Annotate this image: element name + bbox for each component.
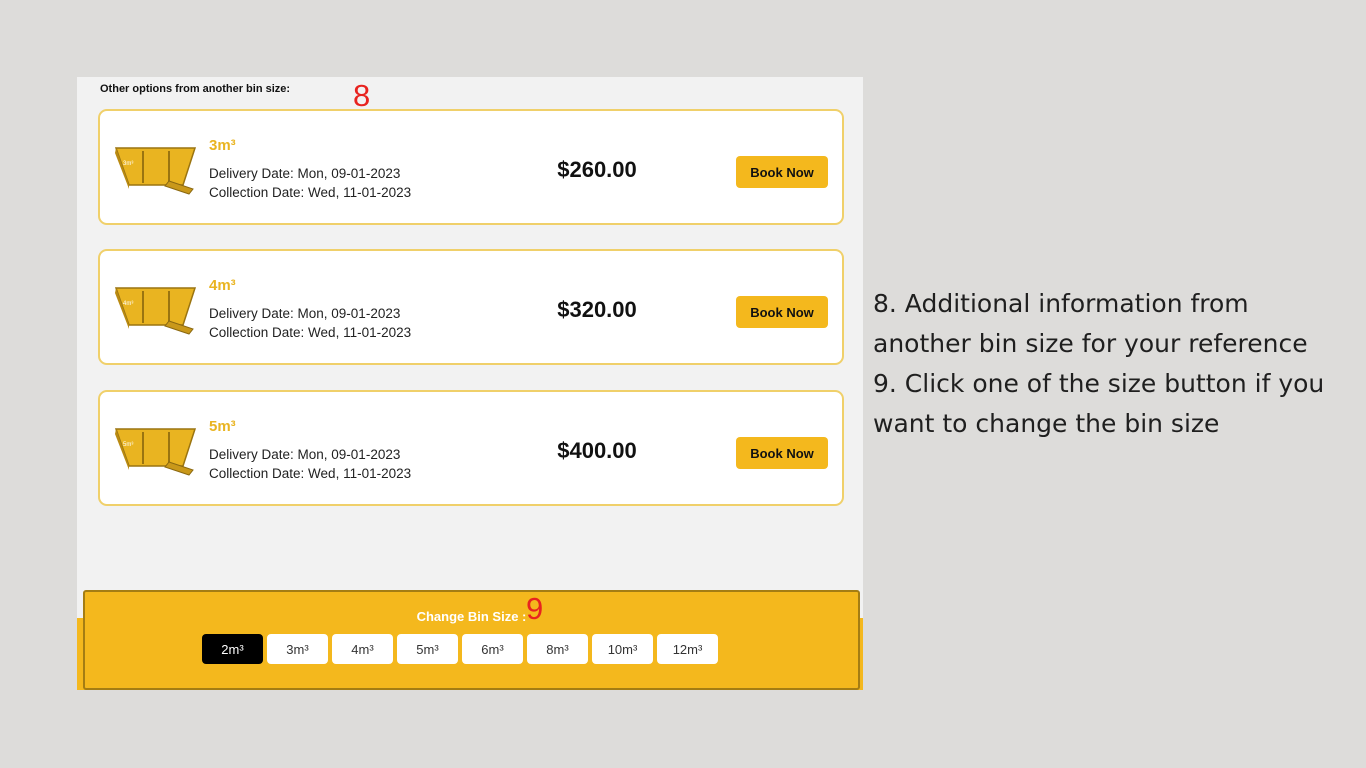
size-button-12m3[interactable]: 12m³ (657, 634, 718, 664)
size-button-3m3[interactable]: 3m³ (267, 634, 328, 664)
size-button-2m3[interactable]: 2m³ (202, 634, 263, 664)
bin-size-selector: 2m³ 3m³ 4m³ 5m³ 6m³ 8m³ 10m³ 12m³ (202, 634, 718, 664)
bin-size-tag: 3m³ (123, 161, 133, 167)
bin-size-tag: 4m³ (123, 301, 133, 307)
price: $260.00 (557, 157, 637, 182)
dates-block: Delivery Date: Mon, 09-01-2023 Collectio… (209, 445, 411, 483)
note-step-9: 9. Click one of the size button if you w… (873, 369, 1325, 438)
bin-size-label: 3m³ (209, 137, 236, 154)
skip-bin-icon: 3m³ (114, 147, 197, 195)
collection-date: Collection Date: Wed, 11-01-2023 (209, 466, 412, 481)
step-marker-8: 8 (353, 78, 371, 113)
change-bin-size-label: Change Bin Size : (416, 609, 527, 624)
delivery-date: Delivery Date: Mon, 09-01-2023 (209, 306, 401, 321)
bin-size-label: 4m³ (209, 277, 236, 294)
booking-screenshot: Other options from another bin size: 8 3… (77, 77, 863, 690)
delivery-date: Delivery Date: Mon, 09-01-2023 (209, 447, 401, 462)
size-button-10m3[interactable]: 10m³ (592, 634, 653, 664)
dates-block: Delivery Date: Mon, 09-01-2023 Collectio… (209, 304, 411, 342)
change-bin-size-panel: Change Bin Size : 2m³ 3m³ 4m³ 5m³ 6m³ 8m… (83, 590, 860, 690)
collection-date: Collection Date: Wed, 11-01-2023 (209, 185, 412, 200)
size-button-8m3[interactable]: 8m³ (527, 634, 588, 664)
delivery-date: Delivery Date: Mon, 09-01-2023 (209, 166, 401, 181)
skip-bin-icon: 4m³ (114, 287, 197, 335)
collection-date: Collection Date: Wed, 11-01-2023 (209, 325, 412, 340)
size-button-6m3[interactable]: 6m³ (462, 634, 523, 664)
step-marker-9: 9 (526, 591, 544, 626)
instruction-notes: 8. Additional information from another b… (873, 284, 1333, 444)
price: $400.00 (557, 438, 637, 463)
dates-block: Delivery Date: Mon, 09-01-2023 Collectio… (209, 164, 411, 202)
note-step-8: 8. Additional information from another b… (873, 289, 1308, 358)
bin-option-card: 5m³ 5m³ Delivery Date: Mon, 09-01-2023 C… (98, 390, 844, 506)
section-heading: Other options from another bin size: (100, 83, 291, 95)
bin-size-tag: 5m³ (123, 442, 133, 448)
size-button-4m3[interactable]: 4m³ (332, 634, 393, 664)
size-button-5m3[interactable]: 5m³ (397, 634, 458, 664)
bin-size-label: 5m³ (209, 418, 236, 435)
bin-option-card: 4m³ 4m³ Delivery Date: Mon, 09-01-2023 C… (98, 249, 844, 365)
bin-option-card: 3m³ 3m³ Delivery Date: Mon, 09-01-2023 C… (98, 109, 844, 225)
price: $320.00 (557, 297, 637, 322)
skip-bin-icon: 5m³ (114, 428, 197, 476)
book-now-button[interactable]: Book Now (736, 437, 828, 469)
book-now-button[interactable]: Book Now (736, 296, 828, 328)
book-now-button[interactable]: Book Now (736, 156, 828, 188)
